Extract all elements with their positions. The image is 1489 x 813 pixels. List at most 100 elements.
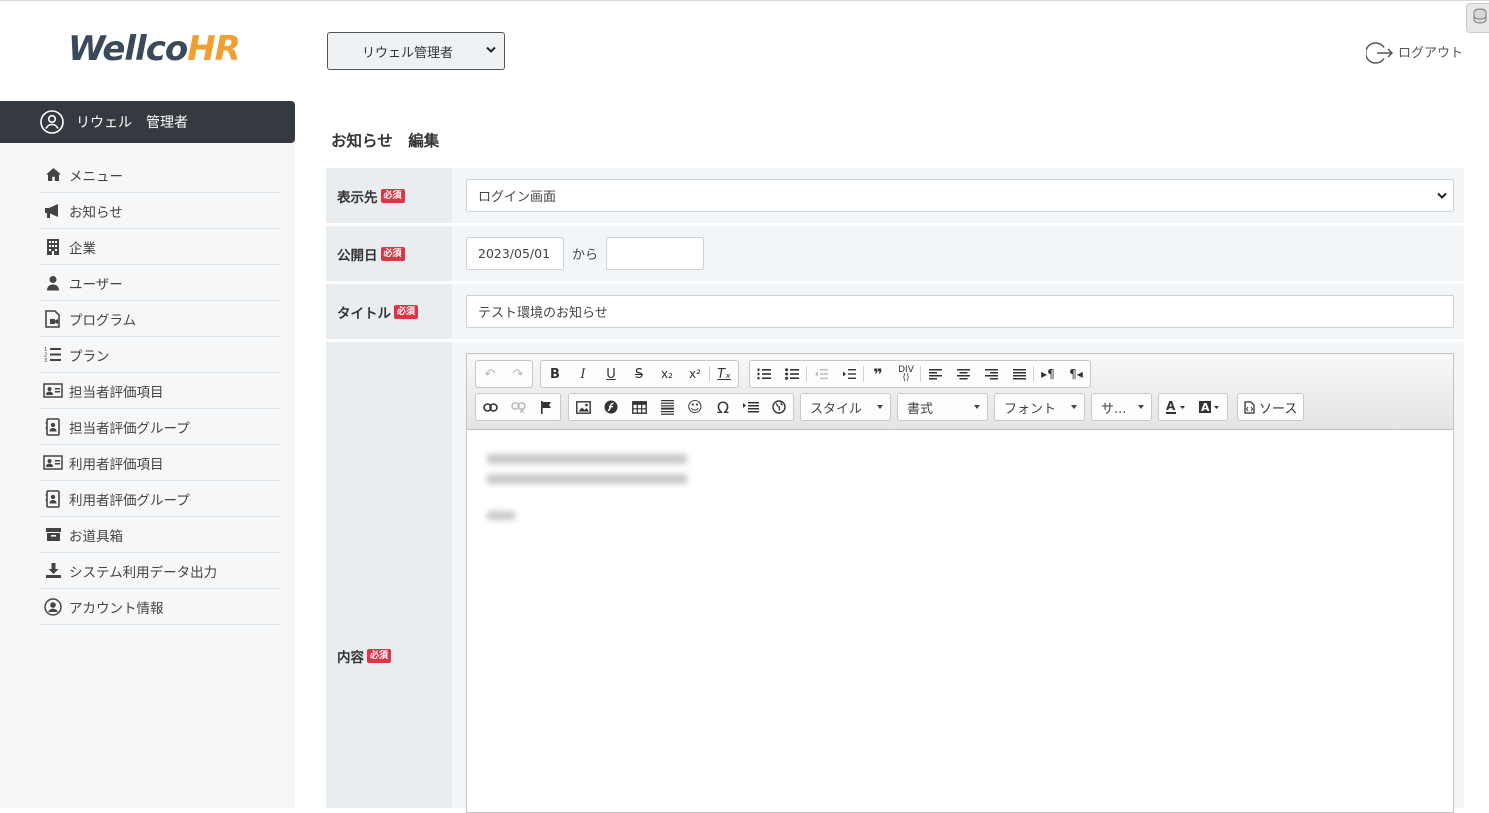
editor-content-area[interactable]	[467, 430, 1453, 812]
dropdown-arrow-icon	[974, 405, 980, 409]
form-label: 内容 必須	[326, 342, 452, 808]
browser-extension-icon[interactable]	[1466, 3, 1489, 33]
color-group: A A	[1158, 393, 1228, 421]
current-user-bar: リウェル 管理者	[0, 101, 295, 143]
sidebar-item-label: 企業	[69, 240, 96, 257]
font-size-combo[interactable]: サ...	[1091, 393, 1152, 421]
sidebar-item-user-eval-groups[interactable]: 利用者評価グループ	[41, 481, 281, 517]
underline-icon[interactable]: U	[597, 361, 625, 387]
sidebar-item-users[interactable]: ユーザー	[41, 265, 281, 301]
source-button[interactable]: ソース	[1238, 394, 1303, 420]
logo-area: WellcoHR	[0, 1, 295, 101]
sidebar-item-account-info[interactable]: アカウント情報	[41, 589, 281, 625]
horizontal-rule-icon[interactable]	[653, 394, 681, 420]
required-badge: 必須	[380, 188, 405, 203]
dropdown-arrow-icon	[1138, 405, 1144, 409]
text-direction-rtl-icon[interactable]: ¶◂	[1062, 361, 1090, 387]
download-icon	[43, 561, 63, 581]
style-combo[interactable]: スタイル	[800, 393, 891, 421]
content-label: 内容	[337, 650, 364, 666]
font-combo-label: フォント	[1004, 401, 1057, 417]
sidebar-item-staff-eval-groups[interactable]: 担当者評価グループ	[41, 409, 281, 445]
remove-format-icon[interactable]: Tₓ	[710, 361, 738, 387]
unlink-icon[interactable]	[504, 394, 532, 420]
superscript-icon[interactable]: x²	[681, 361, 709, 387]
sidebar-item-programs[interactable]: プログラム	[41, 301, 281, 337]
smiley-icon[interactable]: ☺	[681, 394, 709, 420]
publish-date-from-value: 2023/05/01	[478, 246, 551, 261]
app-logo[interactable]: WellcoHR	[68, 29, 241, 69]
sidebar-item-label: プラン	[69, 348, 110, 365]
font-combo[interactable]: フォント	[994, 393, 1085, 421]
background-color-icon[interactable]: A	[1193, 394, 1227, 420]
align-justify-icon[interactable]	[1005, 361, 1033, 387]
sidebar-item-user-eval-items[interactable]: 利用者評価項目	[41, 445, 281, 481]
text-color-icon[interactable]: A	[1159, 394, 1193, 420]
create-div-icon[interactable]: DIV ⟨⟩	[892, 361, 920, 387]
role-select[interactable]: リウェル管理者	[327, 32, 505, 70]
blockquote-icon[interactable]: ❞	[864, 361, 892, 387]
align-center-icon[interactable]	[949, 361, 977, 387]
align-left-icon[interactable]	[921, 361, 949, 387]
form-row-display-target: 表示先 必須 ログイン画面	[326, 168, 1464, 223]
sidebar-item-companies[interactable]: 企業	[41, 229, 281, 265]
indent-icon[interactable]	[835, 361, 863, 387]
sidebar-item-toolbox[interactable]: お道具箱	[41, 517, 281, 553]
bulleted-list-icon[interactable]	[778, 361, 806, 387]
date-range-separator: から	[572, 248, 599, 263]
font-size-combo-label: サ...	[1101, 401, 1127, 417]
logout-icon	[1366, 42, 1394, 64]
strikethrough-icon[interactable]: S	[625, 361, 653, 387]
table-icon[interactable]	[625, 394, 653, 420]
chevron-down-icon	[1437, 192, 1447, 199]
blurred-content-line	[487, 454, 687, 464]
title-input[interactable]: テスト環境のお知らせ	[466, 295, 1454, 328]
megaphone-icon	[43, 201, 63, 221]
italic-icon[interactable]: I	[569, 361, 597, 387]
logo-hr: HR	[187, 29, 241, 69]
display-target-value: ログイン画面	[478, 190, 557, 205]
logout-label: ログアウト	[1398, 45, 1464, 61]
page-break-icon[interactable]	[737, 394, 765, 420]
subscript-icon[interactable]: x₂	[653, 361, 681, 387]
source-doc-icon	[1244, 400, 1255, 414]
sidebar-item-plans[interactable]: 123 プラン	[41, 337, 281, 373]
sidebar-item-staff-eval-items[interactable]: 担当者評価項目	[41, 373, 281, 409]
anchor-flag-icon[interactable]	[532, 394, 560, 420]
sidebar-item-label: お道具箱	[69, 528, 123, 545]
building-icon	[43, 237, 63, 257]
outdent-icon[interactable]	[807, 361, 835, 387]
numbered-list-icon[interactable]	[750, 361, 778, 387]
undo-icon[interactable]: ↶	[476, 361, 504, 387]
image-icon[interactable]	[569, 394, 597, 420]
svg-text:A: A	[1166, 400, 1176, 413]
special-char-icon[interactable]: Ω	[709, 394, 737, 420]
text-direction-ltr-icon[interactable]: ▸¶	[1034, 361, 1062, 387]
display-target-select[interactable]: ログイン画面	[466, 179, 1454, 212]
format-combo[interactable]: 書式	[897, 393, 988, 421]
blurred-content-line	[487, 511, 515, 520]
link-icon[interactable]	[476, 394, 504, 420]
iframe-globe-icon[interactable]	[765, 394, 793, 420]
flash-icon[interactable]	[597, 394, 625, 420]
user-circle-icon	[40, 110, 64, 134]
archive-box-icon	[43, 525, 63, 545]
program-file-icon	[43, 309, 63, 329]
sidebar-item-menu[interactable]: メニュー	[41, 157, 281, 193]
sidebar-nav: メニュー お知らせ 企業 ユーザー プログラム 123 プラン 担当者評価項目	[41, 157, 281, 625]
redo-icon[interactable]: ↷	[504, 361, 532, 387]
source-label: ソース	[1259, 401, 1298, 417]
align-right-icon[interactable]	[977, 361, 1005, 387]
history-group: ↶ ↷	[475, 360, 533, 388]
editor-toolbar: ↶ ↷ B I U S x₂ x² Tₓ ❞ DIV ⟨⟩ ▸¶ ¶◂ ☺ Ω …	[467, 354, 1453, 430]
sidebar-item-notices[interactable]: お知らせ	[41, 193, 281, 229]
publish-date-from-input[interactable]: 2023/05/01	[466, 237, 564, 270]
required-badge: 必須	[394, 304, 419, 319]
sidebar-item-label: 利用者評価項目	[69, 456, 164, 473]
contact-book-icon	[43, 417, 63, 437]
sidebar-item-data-export[interactable]: システム利用データ出力	[41, 553, 281, 589]
logout-link[interactable]: ログアウト	[1366, 41, 1463, 65]
bold-icon[interactable]: B	[541, 361, 569, 387]
publish-date-to-input[interactable]	[606, 237, 704, 270]
home-icon	[43, 165, 63, 185]
